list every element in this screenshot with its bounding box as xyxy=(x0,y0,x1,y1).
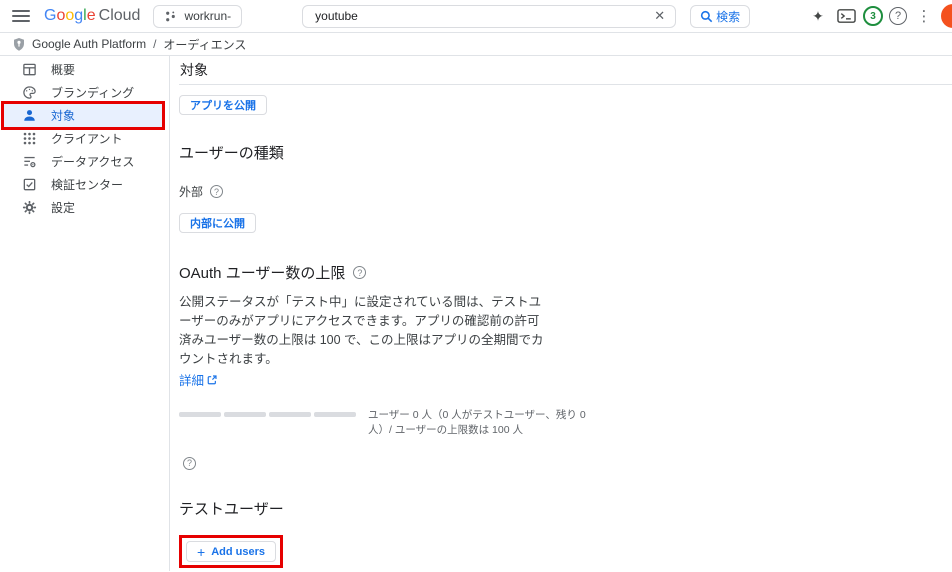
annotation-box-audience: 対象 xyxy=(1,101,165,130)
topbar-actions: ✦ 3 ? ⋮ xyxy=(807,4,952,28)
annotation-box-add-users: + Add users xyxy=(179,535,283,568)
verification-icon xyxy=(21,177,37,193)
gemini-sparkle-icon[interactable]: ✦ xyxy=(807,5,829,27)
details-link-label: 詳細 xyxy=(179,374,205,388)
progress-segment xyxy=(224,412,266,417)
search-button-label: 検索 xyxy=(716,9,741,24)
user-type-value: 外部 xyxy=(179,185,204,199)
breadcrumb: Google Auth Platform / オーディエンス xyxy=(0,33,952,56)
sidebar-item-clients[interactable]: クライアント xyxy=(0,127,169,150)
breadcrumb-separator: / xyxy=(153,37,157,51)
test-users-heading: テストユーザー xyxy=(179,501,284,518)
google-cloud-logo[interactable]: Google Cloud xyxy=(44,7,140,25)
logo-letter: G xyxy=(44,7,57,24)
search-icon xyxy=(700,10,713,23)
details-link[interactable]: 詳細 xyxy=(179,370,217,389)
publish-internal-button[interactable]: 内部に公開 xyxy=(179,213,256,233)
logo-letter: e xyxy=(86,7,96,24)
branding-icon xyxy=(21,85,37,101)
usage-text-line1: ユーザー 0 人（0 人がテストユーザー、残り 0 xyxy=(368,409,586,421)
usage-meter: ユーザー 0 人（0 人がテストユーザー、残り 0 人）/ ユーザーの上限数は … xyxy=(179,408,952,438)
project-selector[interactable]: workrun- xyxy=(153,4,243,28)
help-icon[interactable]: ? xyxy=(353,266,367,279)
oauth-cap-description: 公開ステータスが「テスト中」に設定されている間は、テストユーザーのみがアプリにア… xyxy=(179,295,544,366)
progress-segment xyxy=(314,412,356,417)
auth-platform-shield-icon xyxy=(12,37,26,52)
breadcrumb-current: オーディエンス xyxy=(163,37,247,52)
search-input[interactable] xyxy=(315,9,653,23)
audience-icon xyxy=(21,108,37,124)
sidebar-item-data-access[interactable]: データアクセス xyxy=(0,150,169,173)
logo-letter: o xyxy=(65,7,75,24)
more-vertical-icon[interactable]: ⋮ xyxy=(913,5,935,27)
sidebar-item-label: クライアント xyxy=(51,132,123,146)
sidebar-item-audience[interactable]: 対象 xyxy=(4,104,162,127)
page-title: 対象 xyxy=(179,56,952,85)
project-name: workrun- xyxy=(184,9,232,23)
account-avatar[interactable] xyxy=(941,4,952,28)
help-icon[interactable]: ? xyxy=(183,456,196,470)
sidebar-nav: 概要 ブランディング 対象 クライアント データアクセス 検証センター 設定 xyxy=(0,56,170,571)
settings-icon xyxy=(21,200,37,216)
add-users-button[interactable]: + Add users xyxy=(186,541,276,562)
add-users-label: Add users xyxy=(211,545,265,558)
publish-app-button[interactable]: アプリを公開 xyxy=(179,95,267,115)
help-icon[interactable]: ? xyxy=(210,185,224,198)
sidebar-item-label: 概要 xyxy=(51,63,76,77)
sidebar-item-label: 検証センター xyxy=(51,178,124,192)
help-icon[interactable]: ? xyxy=(889,7,907,25)
sidebar-item-label: 設定 xyxy=(51,201,76,215)
sidebar-item-label: データアクセス xyxy=(51,155,135,169)
logo-cloud-text: Cloud xyxy=(98,7,141,24)
sidebar-item-label: ブランディング xyxy=(51,86,135,100)
usage-text: ユーザー 0 人（0 人がテストユーザー、残り 0 人）/ ユーザーの上限数は … xyxy=(368,408,586,438)
breadcrumb-product[interactable]: Google Auth Platform xyxy=(32,37,146,51)
search-area: ✕ 検索 xyxy=(302,4,751,28)
oauth-cap-heading: OAuth ユーザー数の上限 xyxy=(179,265,346,282)
search-button[interactable]: 検索 xyxy=(690,4,751,28)
usage-progress-bar xyxy=(179,412,356,438)
external-link-icon xyxy=(207,374,217,385)
notifications-badge[interactable]: 3 xyxy=(863,6,883,26)
sidebar-item-overview[interactable]: 概要 xyxy=(0,58,169,81)
usage-text-line2: 人）/ ユーザーの上限数は 100 人 xyxy=(368,424,523,436)
progress-segment xyxy=(269,412,311,417)
overview-icon xyxy=(21,62,37,78)
sidebar-item-label: 対象 xyxy=(51,109,76,123)
clear-search-icon[interactable]: ✕ xyxy=(652,8,667,24)
plus-icon: + xyxy=(197,543,206,560)
main-content: 対象 アプリを公開 ユーザーの種類 外部 ? 内部に公開 OAuth ユーザー数… xyxy=(170,56,952,571)
clients-icon xyxy=(21,131,37,147)
sidebar-item-verification-center[interactable]: 検証センター xyxy=(0,173,169,196)
search-box[interactable]: ✕ xyxy=(302,4,677,28)
logo-letter: g xyxy=(74,7,84,24)
progress-segment xyxy=(179,412,221,417)
project-icon xyxy=(164,10,177,23)
data-access-icon xyxy=(21,154,37,170)
menu-icon[interactable] xyxy=(12,10,30,22)
user-type-heading: ユーザーの種類 xyxy=(179,145,284,162)
sidebar-item-settings[interactable]: 設定 xyxy=(0,196,169,219)
top-app-bar: GoogleCloud workrun- ✕ 検索 ✦ 3 ? ⋮ xyxy=(0,0,952,33)
cloud-shell-icon[interactable] xyxy=(835,5,857,27)
